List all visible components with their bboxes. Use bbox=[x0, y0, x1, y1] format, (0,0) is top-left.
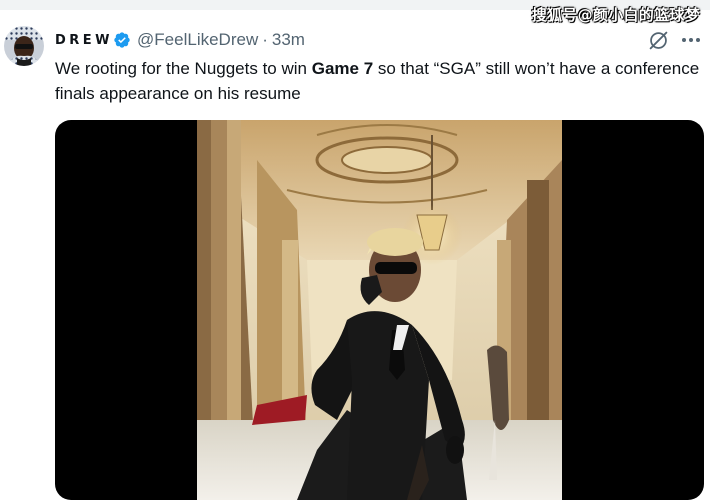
tweet-text-before: We rooting for the Nuggets to win bbox=[55, 59, 312, 78]
separator-dot: · bbox=[262, 30, 268, 49]
tweet-text: We rooting for the Nuggets to win Game 7… bbox=[55, 56, 705, 106]
video-frame[interactable] bbox=[197, 120, 562, 500]
more-options-icon[interactable] bbox=[681, 37, 701, 43]
watermark: 搜狐号@颜小白的篮球梦 bbox=[531, 6, 700, 24]
tweet-header: DREW @FeelLikeDrew · 33m bbox=[55, 28, 305, 52]
video-player[interactable] bbox=[55, 120, 704, 500]
timestamp[interactable]: 33m bbox=[272, 30, 305, 50]
avatar[interactable] bbox=[4, 26, 44, 66]
display-name[interactable]: DREW bbox=[55, 33, 113, 48]
tweet-card[interactable]: 搜狐号@颜小白的篮球梦 DREW @FeelLikeDrew · 33m We … bbox=[0, 0, 710, 500]
grok-icon[interactable] bbox=[648, 30, 669, 51]
tweet-text-bold: Game 7 bbox=[311, 59, 374, 78]
user-handle[interactable]: @FeelLikeDrew bbox=[137, 30, 258, 50]
verified-badge-icon bbox=[114, 32, 130, 48]
